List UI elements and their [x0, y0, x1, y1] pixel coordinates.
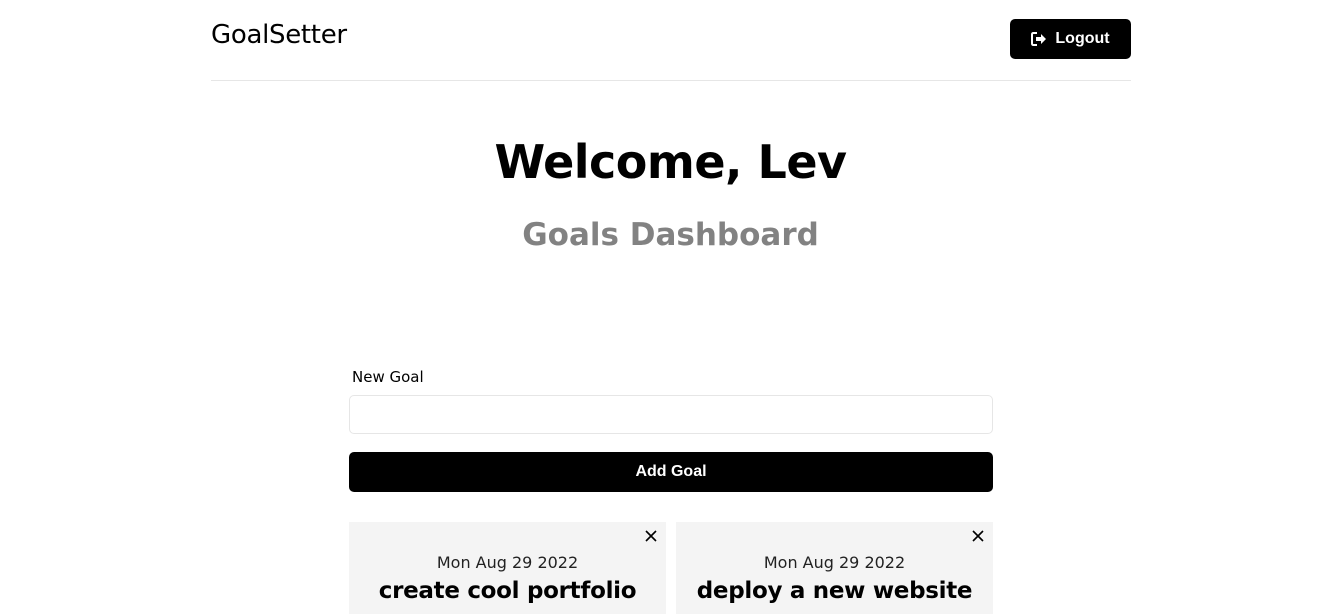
goal-card: Mon Aug 29 2022 deploy a new website — [676, 522, 993, 614]
goalsetter-page: GoalSetter Logout Welcome, Lev Goals Das… — [0, 0, 1341, 614]
logout-label: Logout — [1055, 30, 1110, 47]
add-goal-button[interactable]: Add Goal — [349, 452, 993, 492]
goal-date: Mon Aug 29 2022 — [436, 553, 579, 572]
close-icon — [645, 530, 657, 542]
goal-date: Mon Aug 29 2022 — [763, 553, 906, 572]
new-goal-input[interactable] — [349, 395, 993, 434]
goal-text: deploy a new website — [696, 578, 973, 604]
goal-card: Mon Aug 29 2022 create cool portfolio — [349, 522, 666, 614]
delete-goal-button[interactable] — [644, 529, 658, 543]
goals-list: Mon Aug 29 2022 create cool portfolio Mo… — [349, 522, 993, 614]
sign-out-icon — [1031, 32, 1047, 46]
logout-button[interactable]: Logout — [1010, 19, 1131, 59]
brand-logo-link[interactable]: GoalSetter — [211, 20, 347, 50]
close-icon — [972, 530, 984, 542]
dashboard-subtitle: Goals Dashboard — [522, 217, 819, 253]
goal-text: create cool portfolio — [378, 578, 637, 604]
delete-goal-button[interactable] — [971, 529, 985, 543]
welcome-heading: Welcome, Lev — [494, 135, 847, 189]
top-header: GoalSetter Logout — [211, 0, 1131, 81]
new-goal-label: New Goal — [352, 368, 424, 386]
new-goal-form: New Goal Add Goal — [349, 366, 993, 492]
